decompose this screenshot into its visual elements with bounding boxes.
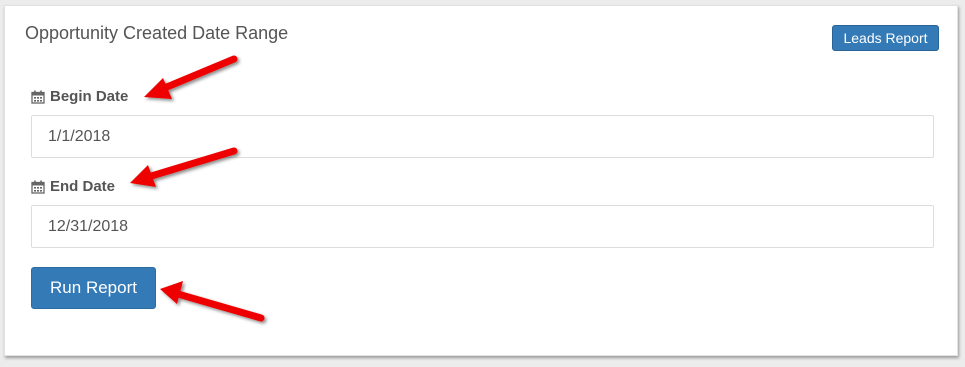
date-range-panel: Opportunity Created Date Range Leads Rep… (4, 5, 958, 356)
calendar-icon (31, 90, 45, 104)
run-report-button[interactable]: Run Report (31, 267, 156, 309)
end-date-label-text: End Date (50, 178, 116, 195)
end-date-input[interactable] (31, 205, 934, 248)
calendar-icon (31, 180, 45, 194)
panel-title: Opportunity Created Date Range (25, 23, 289, 43)
end-date-label: End Date (31, 178, 115, 195)
leads-report-button[interactable]: Leads Report (832, 25, 939, 51)
begin-date-label-text: Begin Date (50, 88, 129, 105)
begin-date-input[interactable] (31, 115, 934, 158)
begin-date-label: Begin Date (31, 88, 128, 105)
